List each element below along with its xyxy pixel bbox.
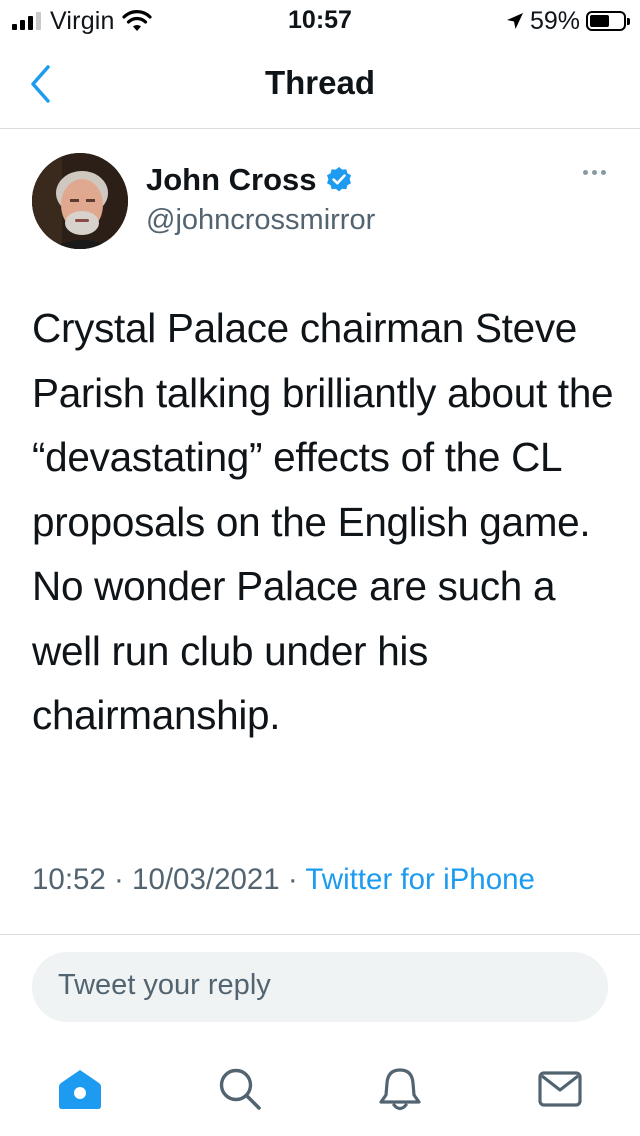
search-icon bbox=[219, 1068, 261, 1110]
avatar[interactable] bbox=[32, 153, 128, 249]
tweet-meta: 10:52 · 10/03/2021 · Twitter for iPhone bbox=[32, 858, 622, 901]
author-name[interactable]: John Cross bbox=[146, 162, 317, 198]
tab-home[interactable] bbox=[55, 1064, 105, 1114]
screen: Virgin 10:57 59% Thread John Cross @john… bbox=[0, 0, 640, 1136]
tweet-time: 10:52 bbox=[32, 863, 106, 896]
status-right: 59% bbox=[506, 6, 630, 36]
author-handle[interactable]: @johncrossmirror bbox=[146, 204, 375, 237]
tab-messages[interactable] bbox=[535, 1064, 585, 1114]
more-dots-icon bbox=[592, 170, 597, 175]
battery-nub bbox=[627, 18, 630, 25]
home-icon bbox=[59, 1070, 101, 1109]
battery-percent: 59% bbox=[529, 6, 580, 35]
divider bbox=[0, 934, 640, 935]
tab-notifications[interactable] bbox=[375, 1064, 425, 1114]
tweet-date: 10/03/2021 bbox=[132, 863, 280, 896]
status-bar: Virgin 10:57 59% bbox=[0, 0, 640, 40]
avatar-image bbox=[32, 153, 128, 249]
tab-search[interactable] bbox=[215, 1064, 265, 1114]
meta-separator: · bbox=[105, 863, 133, 896]
tweet-source-link[interactable]: Twitter for iPhone bbox=[305, 863, 535, 896]
location-arrow-icon bbox=[506, 13, 523, 29]
verified-badge-icon bbox=[326, 167, 351, 192]
meta-separator: · bbox=[279, 863, 306, 896]
author-name-row: John Cross bbox=[146, 160, 375, 200]
more-options-button[interactable] bbox=[583, 170, 606, 175]
page-title: Thread bbox=[264, 64, 376, 101]
reply-placeholder: Tweet your reply bbox=[58, 969, 271, 1001]
more-dots-icon bbox=[583, 170, 588, 175]
nav-bar: Thread bbox=[0, 40, 640, 129]
battery-fill bbox=[590, 15, 609, 27]
more-dots-icon bbox=[601, 170, 606, 175]
mail-icon bbox=[538, 1071, 582, 1107]
bell-icon bbox=[379, 1068, 421, 1111]
tab-bar bbox=[0, 1050, 640, 1136]
battery-icon bbox=[586, 11, 630, 31]
reply-input[interactable]: Tweet your reply bbox=[32, 952, 608, 1022]
tweet-text: Crystal Palace chairman Steve Parish tal… bbox=[32, 305, 614, 738]
author-block[interactable]: John Cross @johncrossmirror bbox=[146, 160, 375, 237]
